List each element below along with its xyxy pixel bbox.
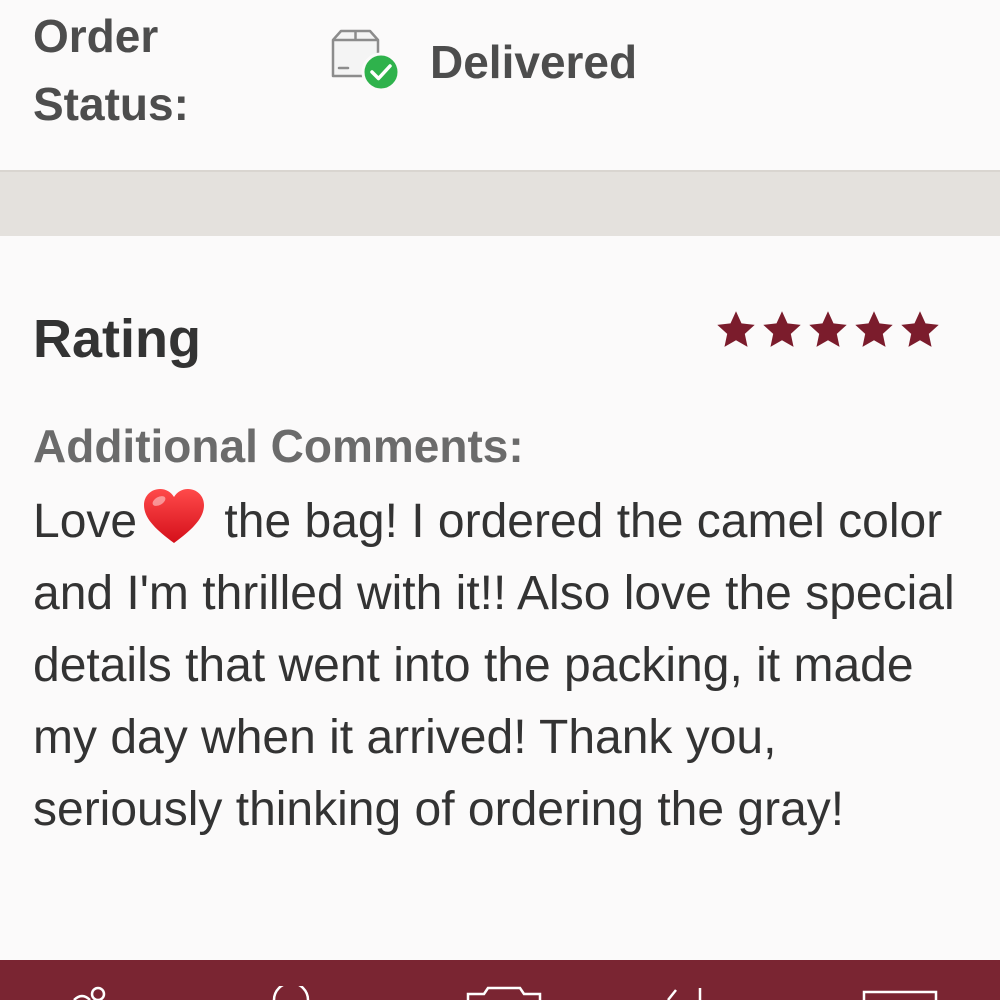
comment-text-rest: the bag! I ordered the camel color and I… [33,495,955,836]
additional-comments-label: Additional Comments: [33,420,524,472]
box-delivered-icon [331,29,401,92]
bottom-nav-bar [0,960,1000,1000]
order-status-label-line1: Order [33,10,159,62]
star-icon [855,311,893,347]
star-icon [717,311,755,347]
star-icon [763,311,801,347]
star-rating [714,308,942,356]
card-icon[interactable] [860,986,940,1000]
rating-label: Rating [33,309,201,369]
comment-text: Love the bag! I ordered the camel color … [33,486,973,846]
order-status-label: Order Status: [33,2,253,138]
people-icon[interactable] [68,986,128,1000]
order-review-screen: Order Status: Delivered Rating Additiona… [0,0,1000,1000]
order-status-label-line2: Status: [33,78,189,130]
section-divider [0,170,1000,236]
tag-icon[interactable] [660,986,750,1000]
camera-icon[interactable] [464,986,544,1000]
star-icon [809,311,847,347]
star-icon [901,311,939,347]
red-heart-icon [144,489,205,543]
comment-text-start: Love [33,495,138,548]
search-icon[interactable] [266,986,316,1000]
order-status-value: Delivered [430,36,638,88]
review-section: Rating Additional Comments: Love the bag… [0,236,1000,960]
order-status-section: Order Status: Delivered [0,0,1000,170]
